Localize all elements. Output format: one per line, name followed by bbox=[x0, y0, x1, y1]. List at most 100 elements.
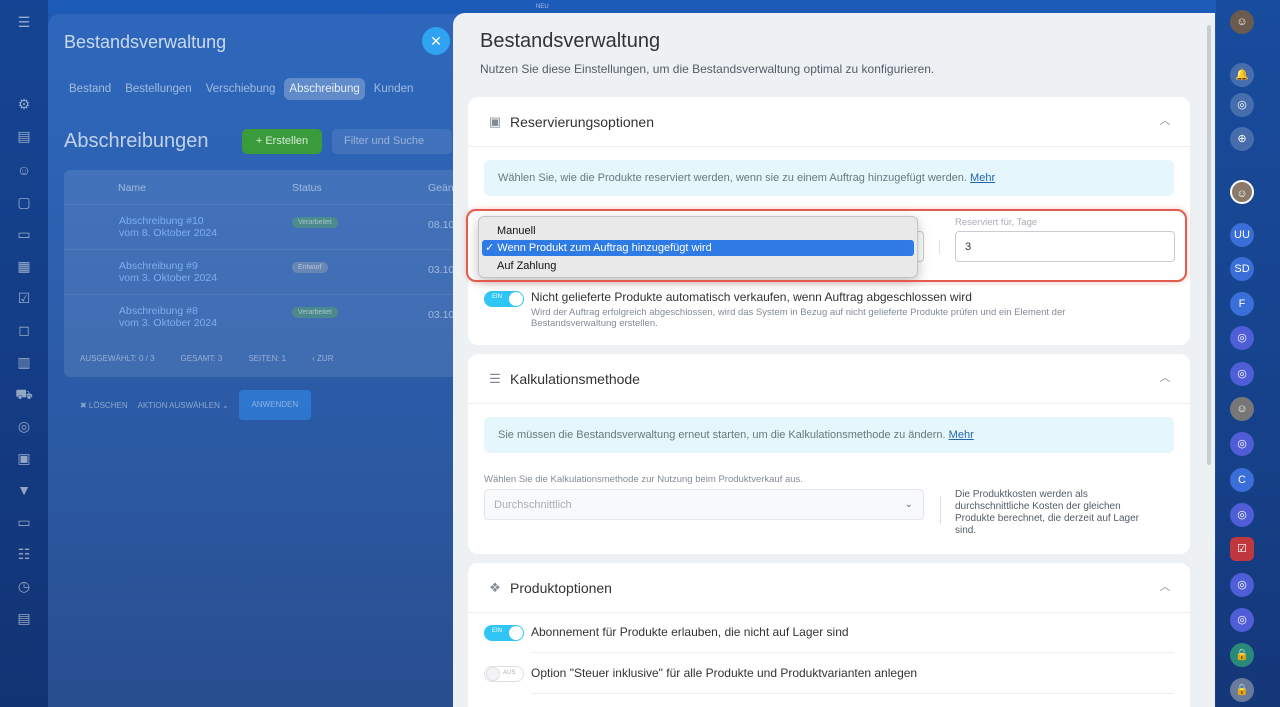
product-options-card-header[interactable]: ❖ Produktoptionen ︿ bbox=[468, 563, 1190, 613]
tax-included-label: Option "Steuer inklusive" für alle Produ… bbox=[531, 666, 918, 680]
card-icon[interactable]: ▭ bbox=[14, 224, 34, 244]
bell-icon[interactable]: 🔔 bbox=[1230, 63, 1254, 87]
column-header-name[interactable]: Name bbox=[118, 182, 146, 194]
background-tabs: Bestand Bestellungen Verschiebung Abschr… bbox=[64, 78, 418, 100]
column-header-changed[interactable]: Geän bbox=[428, 182, 454, 194]
table-row[interactable]: Abschreibung #8 vom 3. Oktober 2024 Verar… bbox=[64, 294, 458, 338]
contact-avatar[interactable]: SD bbox=[1230, 257, 1254, 281]
tax-included-toggle[interactable]: AUS bbox=[484, 666, 524, 682]
menu-icon[interactable]: ☰ bbox=[14, 12, 34, 32]
target-icon[interactable]: ◎ bbox=[14, 416, 34, 436]
task-icon[interactable]: ☑ bbox=[1230, 537, 1254, 561]
store-icon[interactable]: ▣ bbox=[14, 448, 34, 468]
pages-count: SEITEN: 1 bbox=[248, 354, 287, 363]
chevron-up-icon[interactable]: ︿ bbox=[1158, 371, 1172, 385]
back-link[interactable]: ‹ ZUR bbox=[312, 354, 333, 363]
scrollbar[interactable] bbox=[1207, 25, 1211, 465]
background-heading: Abschreibungen bbox=[64, 130, 209, 152]
close-icon[interactable]: ✕ bbox=[422, 27, 450, 55]
contact-avatar[interactable]: ☺ bbox=[1230, 397, 1254, 421]
boxes-icon: ❖ bbox=[489, 580, 501, 595]
auto-sell-label: Nicht gelieferte Produkte automatisch ve… bbox=[531, 290, 972, 304]
table-footer: AUSGEWÄHLT: 0 / 3 GESAMT: 3 SEITEN: 1 ‹ … bbox=[80, 354, 333, 363]
settings-document-icon: ▣ bbox=[488, 114, 502, 129]
contact-avatar[interactable]: F bbox=[1230, 292, 1254, 316]
auto-sell-description: Wird der Auftrag erfolgreich abgeschloss… bbox=[531, 307, 1066, 318]
row-date: 03.10 bbox=[428, 264, 455, 276]
chat-icon[interactable]: ▦ bbox=[14, 256, 34, 276]
column-header-status[interactable]: Status bbox=[292, 182, 322, 194]
more-link[interactable]: Mehr bbox=[970, 172, 995, 184]
status-badge: Verarbeitet bbox=[292, 217, 338, 228]
auto-sell-toggle[interactable]: EIN bbox=[484, 291, 524, 307]
reservation-info: Wählen Sie, wie die Produkte reserviert … bbox=[484, 160, 1174, 196]
product-options-title: Produktoptionen bbox=[510, 580, 612, 596]
contact-avatar[interactable]: C bbox=[1230, 468, 1254, 492]
tab-bestand[interactable]: Bestand bbox=[64, 78, 116, 100]
filter-icon[interactable]: ▼ bbox=[14, 480, 34, 500]
table-row[interactable]: Abschreibung #9 vom 3. Oktober 2024 Entwu… bbox=[64, 249, 458, 293]
file-icon[interactable]: ▢ bbox=[14, 192, 34, 212]
product-options-card: ❖ Produktoptionen ︿ EIN Abonnement für P… bbox=[468, 563, 1190, 707]
status-badge: Verarbeitet bbox=[292, 307, 338, 318]
selected-count: AUSGEWÄHLT: 0 / 3 bbox=[80, 354, 155, 363]
reservation-card-header[interactable]: ▣ Reservierungsoptionen ︿ bbox=[468, 97, 1190, 147]
calculation-hint: Die Produktkosten werden als durchschnit… bbox=[955, 489, 1140, 536]
select-action-dropdown[interactable]: AKTION AUSWÄHLEN ⌄ bbox=[138, 401, 229, 410]
lock-icon[interactable]: 🔒 bbox=[1230, 678, 1254, 702]
openlines-icon[interactable]: ◎ bbox=[1230, 326, 1254, 350]
openlines-icon[interactable]: ◎ bbox=[1230, 362, 1254, 386]
apply-button[interactable]: ANWENDEN bbox=[238, 390, 311, 420]
tab-bestellungen[interactable]: Bestellungen bbox=[120, 78, 197, 100]
row-link[interactable]: Abschreibung #9 vom 3. Oktober 2024 bbox=[119, 260, 217, 284]
background-table: Name Status Geän Abschreibung #10 vom 8. … bbox=[64, 170, 458, 377]
status-badge: Entwurf bbox=[292, 262, 328, 273]
subscription-toggle[interactable]: EIN bbox=[484, 625, 524, 641]
document-icon[interactable]: ▤ bbox=[14, 126, 34, 146]
calculation-card-header[interactable]: ☰ Kalkulationsmethode ︿ bbox=[468, 354, 1190, 404]
tab-kunden[interactable]: Kunden bbox=[369, 78, 419, 100]
contact-avatar[interactable]: ☺ bbox=[1230, 180, 1254, 204]
chevron-down-icon: ⌄ bbox=[904, 499, 913, 510]
auto-sell-description: Bestandsverwaltung erstellen. bbox=[531, 318, 658, 329]
page-title: Bestandsverwaltung bbox=[480, 30, 661, 52]
gear-icon[interactable]: ⚙ bbox=[14, 94, 34, 114]
openlines-icon[interactable]: ◎ bbox=[1230, 432, 1254, 456]
chevron-up-icon[interactable]: ︿ bbox=[1158, 114, 1172, 128]
lock-icon[interactable]: 🔒 bbox=[1230, 643, 1254, 667]
row-link[interactable]: Abschreibung #10 vom 8. Oktober 2024 bbox=[119, 215, 217, 239]
row-date: 03.10 bbox=[428, 309, 455, 321]
calculation-title: Kalkulationsmethode bbox=[510, 371, 640, 387]
delete-button[interactable]: ✖ LÖSCHEN bbox=[80, 401, 128, 410]
list-icon[interactable]: ▤ bbox=[14, 608, 34, 628]
more-link[interactable]: Mehr bbox=[949, 429, 974, 441]
cart-icon[interactable]: ⛟ bbox=[14, 384, 34, 404]
search-chat-icon[interactable]: ⊕ bbox=[1230, 127, 1254, 151]
row-link[interactable]: Abschreibung #8 vom 3. Oktober 2024 bbox=[119, 305, 217, 329]
tab-verschiebung[interactable]: Verschiebung bbox=[201, 78, 281, 100]
calculation-method-select[interactable]: Durchschnittlich ⌄ bbox=[484, 489, 924, 520]
user-avatar[interactable]: ☺ bbox=[1230, 10, 1254, 34]
users-icon[interactable]: ☺ bbox=[14, 160, 34, 180]
table-row[interactable]: Abschreibung #10 vom 8. Oktober 2024 Vera… bbox=[64, 204, 458, 248]
create-button[interactable]: + Erstellen bbox=[242, 129, 322, 154]
chevron-up-icon[interactable]: ︿ bbox=[1158, 580, 1172, 594]
tab-abschreibung[interactable]: Abschreibung bbox=[284, 78, 365, 100]
calculation-card: ☰ Kalkulationsmethode ︿ Sie müssen die B… bbox=[468, 354, 1190, 554]
settings-slider: Bestandsverwaltung Nutzen Sie diese Eins… bbox=[453, 13, 1215, 707]
openlines-icon[interactable]: ◎ bbox=[1230, 608, 1254, 632]
table-actions: ✖ LÖSCHEN AKTION AUSWÄHLEN ⌄ ANWENDEN bbox=[80, 390, 311, 420]
clock-icon[interactable]: ◷ bbox=[14, 576, 34, 596]
messages-icon[interactable]: ◻ bbox=[14, 320, 34, 340]
openlines-icon[interactable]: ◎ bbox=[1230, 503, 1254, 527]
check-icon[interactable]: ☑ bbox=[14, 288, 34, 308]
openlines-icon[interactable]: ◎ bbox=[1230, 573, 1254, 597]
team-icon[interactable]: ☷ bbox=[14, 544, 34, 564]
contact-avatar[interactable]: UU bbox=[1230, 223, 1254, 247]
target-icon[interactable]: ◎ bbox=[1230, 93, 1254, 117]
filter-search-input[interactable]: Filter und Suche bbox=[332, 129, 452, 154]
highlight-frame bbox=[466, 209, 1187, 282]
monitor-icon[interactable]: ▭ bbox=[14, 512, 34, 532]
chart-icon[interactable]: ▥ bbox=[14, 352, 34, 372]
subscription-label: Abonnement für Produkte erlauben, die ni… bbox=[531, 625, 849, 639]
